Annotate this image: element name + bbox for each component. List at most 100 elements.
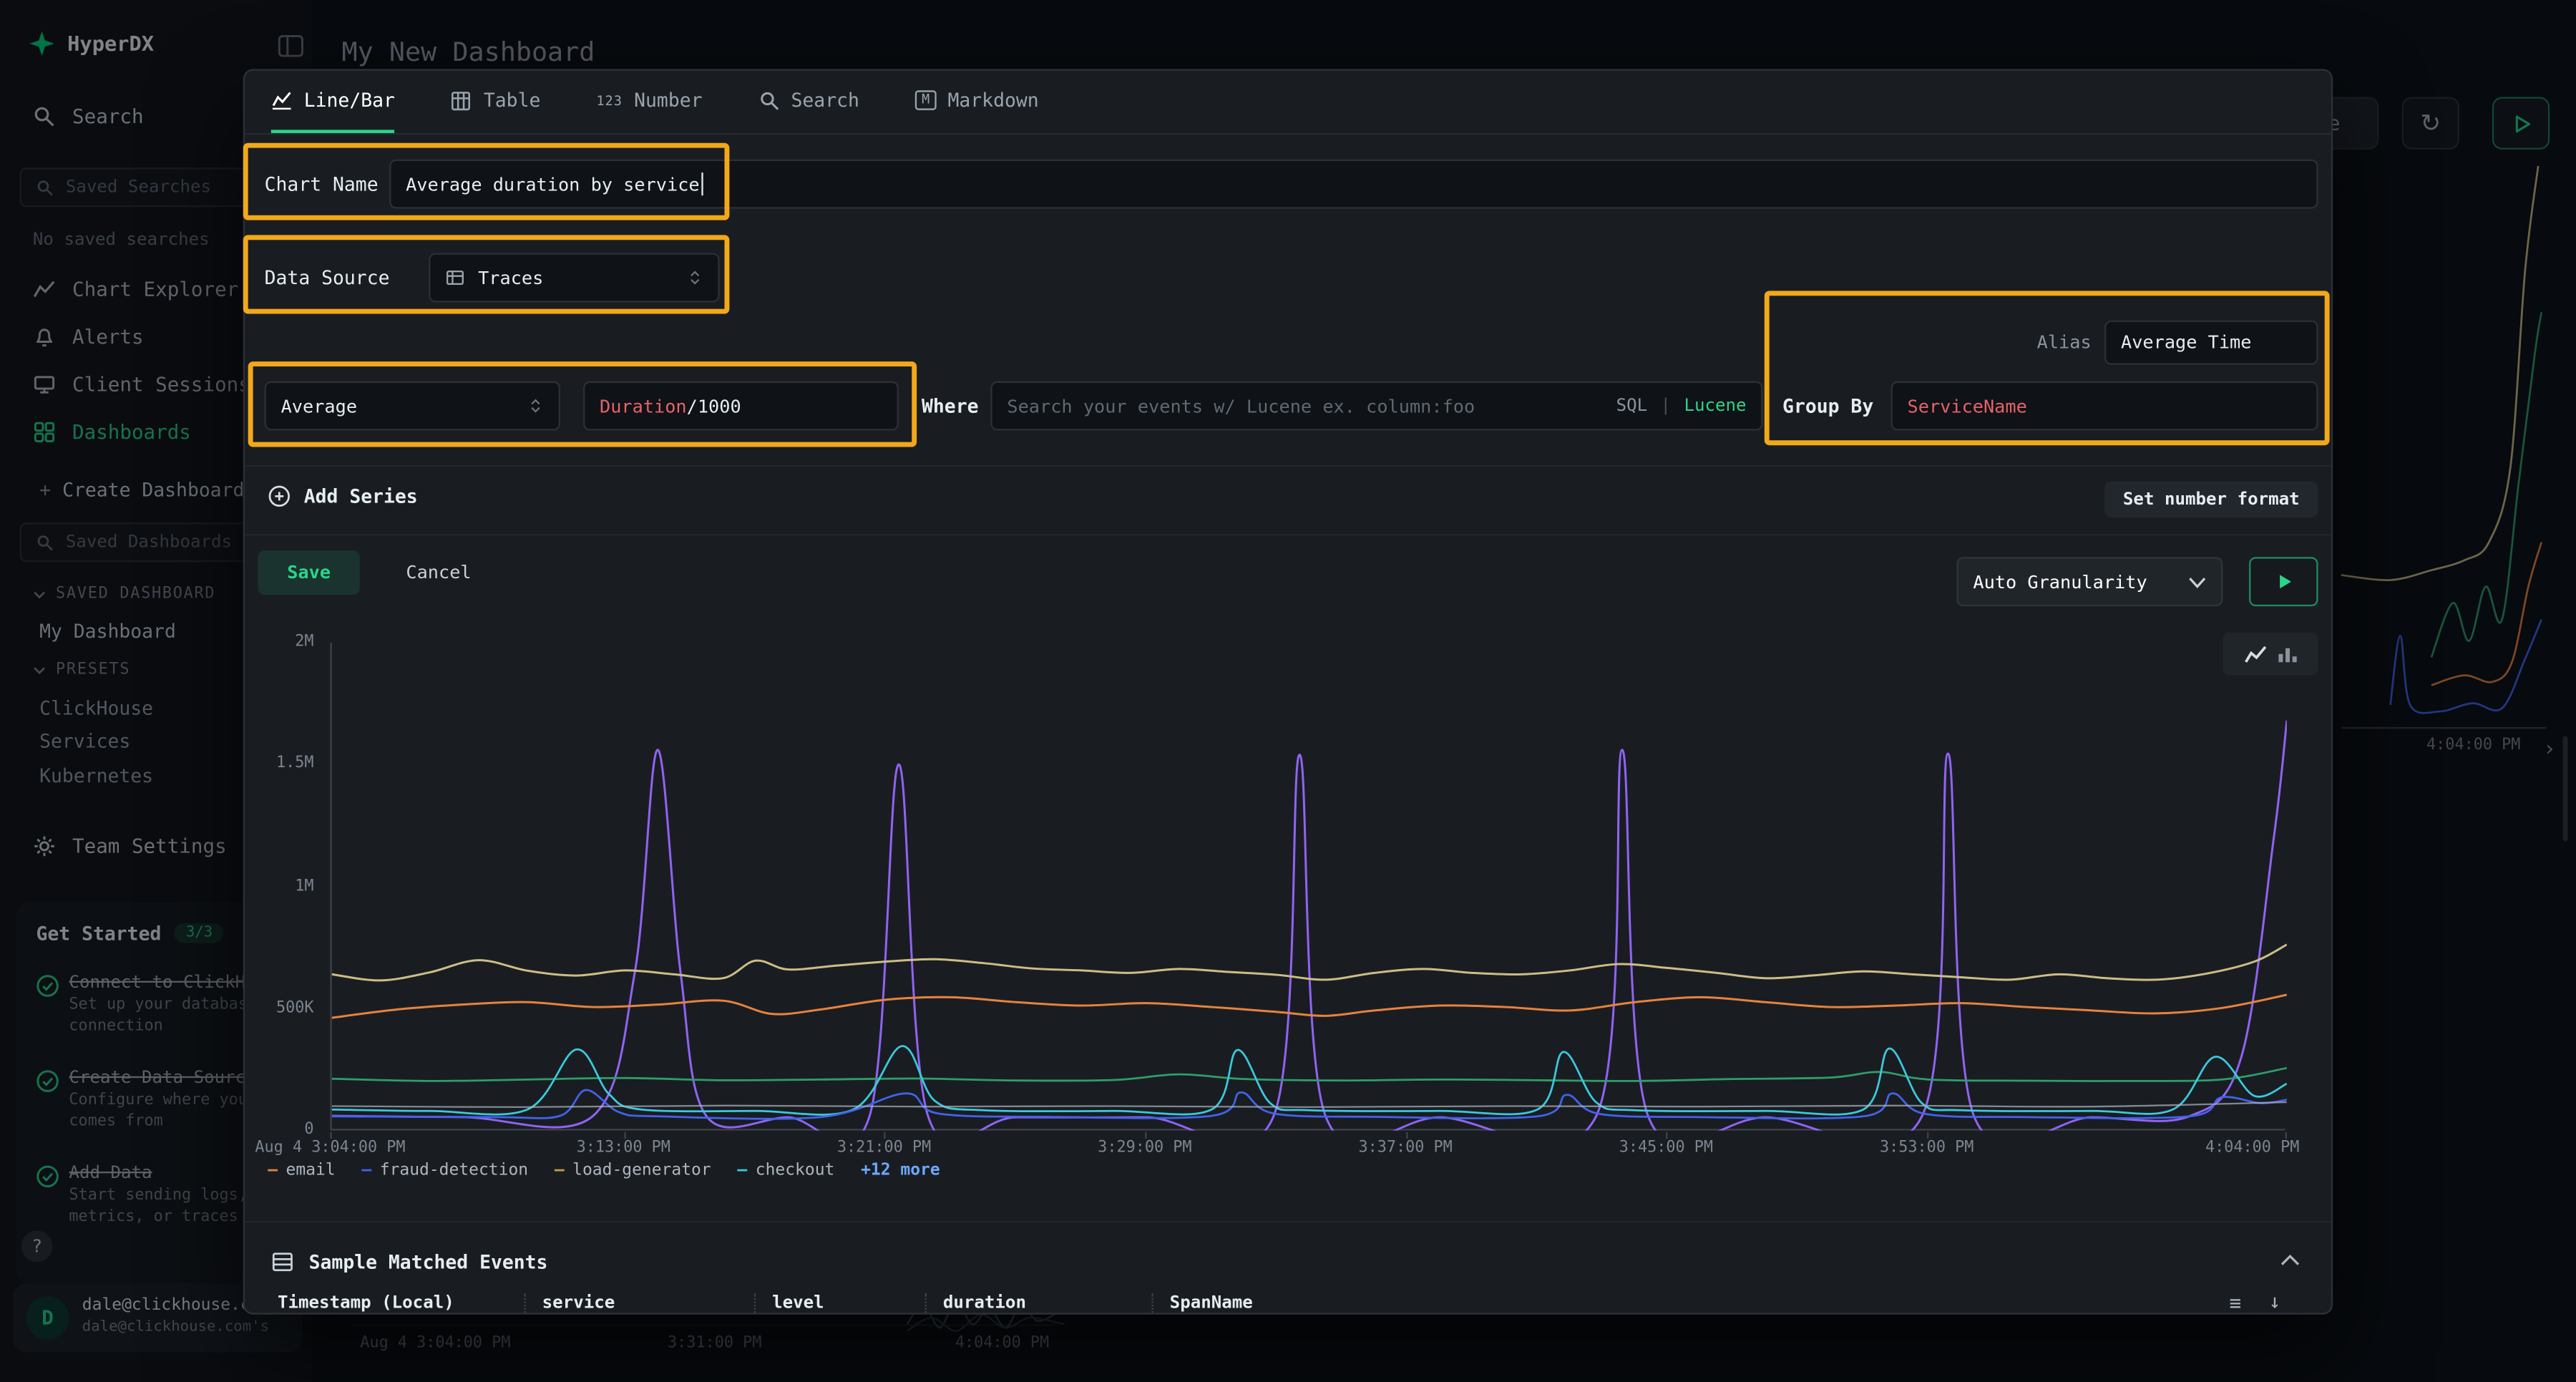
app-root: My New Dashboard Save ↻ Aug 4 3:04:00 PM… <box>0 0 2576 1382</box>
field-input[interactable]: Duration/1000 <box>583 381 899 431</box>
x-tick-label: 3:29:00 PM <box>1098 1139 1191 1157</box>
group-by-input[interactable]: ServiceName <box>1891 381 2318 431</box>
tab-bar: Line/Bar Table 123 Number <box>271 71 1039 133</box>
x-tick-mark <box>2285 1132 2287 1139</box>
y-tick-label: 500K <box>245 998 313 1016</box>
search-icon <box>758 89 780 111</box>
markdown-icon: M <box>915 90 936 110</box>
column-header-duration[interactable]: duration <box>925 1293 1152 1313</box>
group-by-value: ServiceName <box>1908 395 2027 417</box>
run-chart-button[interactable] <box>2249 557 2318 606</box>
y-tick-label: 0 <box>245 1121 313 1139</box>
y-tick-label: 1.5M <box>245 754 313 772</box>
legend-item[interactable]: — load-generator <box>555 1162 711 1179</box>
tab-label: Markdown <box>947 89 1038 112</box>
events-table-header: Timestamp (Local) service level duration… <box>278 1293 2216 1313</box>
group-by-label: Group By <box>1782 381 1873 431</box>
chevron-down-icon <box>2188 573 2206 590</box>
set-number-format-button[interactable]: Set number format <box>2104 482 2318 518</box>
download-icon[interactable]: ↓ <box>2269 1292 2281 1315</box>
legend-swatch: — <box>737 1162 747 1179</box>
alias-input[interactable]: Average Time <box>2104 321 2318 365</box>
legend-label: checkout <box>756 1162 835 1179</box>
data-source-value: Traces <box>478 267 673 288</box>
legend-label: load-generator <box>572 1162 711 1179</box>
alias-value: Average Time <box>2121 332 2251 354</box>
x-tick-mark <box>1927 1132 1928 1139</box>
granularity-select[interactable]: Auto Granularity <box>1956 557 2223 606</box>
data-source-select[interactable]: Traces <box>429 253 719 303</box>
traces-icon <box>445 268 465 288</box>
field-suffix: /1000 <box>687 395 741 417</box>
where-placeholder: Search your events w/ Lucene ex. column:… <box>1007 395 1603 417</box>
sql-toggle[interactable]: SQL <box>1616 396 1648 416</box>
column-header-timestamp[interactable]: Timestamp (Local) <box>278 1293 524 1313</box>
x-tick-mark <box>330 1132 331 1139</box>
sample-events-header[interactable]: Sample Matched Events <box>271 1240 548 1283</box>
legend-label: fraud-detection <box>380 1162 528 1179</box>
number-icon: 123 <box>596 93 623 108</box>
x-tick-mark <box>884 1132 886 1139</box>
x-tick-label: 3:45:00 PM <box>1619 1139 1713 1157</box>
x-tick-label: 3:37:00 PM <box>1358 1139 1452 1157</box>
select-chevrons-icon <box>687 266 703 289</box>
chart-legend: — email — fraud-detection — load-generat… <box>268 1162 940 1179</box>
timeseries-chart <box>332 643 2287 1131</box>
column-header-spanname[interactable]: SpanName <box>1151 1293 1480 1313</box>
divider <box>245 1221 2331 1222</box>
column-header-service[interactable]: service <box>524 1293 753 1313</box>
legend-item[interactable]: — checkout <box>737 1162 834 1179</box>
chart-plot-area[interactable] <box>330 643 2285 1131</box>
chevron-up-icon[interactable] <box>2278 1250 2301 1270</box>
set-number-format-label: Set number format <box>2123 490 2300 510</box>
column-header-level[interactable]: level <box>754 1293 925 1313</box>
tab-markdown[interactable]: M Markdown <box>915 71 1039 133</box>
x-tick-mark <box>1666 1132 1667 1139</box>
y-tick-label: 1M <box>245 877 313 895</box>
cancel-label: Cancel <box>406 562 471 583</box>
legend-item[interactable]: — email <box>268 1162 335 1179</box>
tab-label: Table <box>484 89 540 112</box>
legend-swatch: — <box>268 1162 278 1179</box>
table-icon <box>271 1250 294 1273</box>
select-chevrons-icon <box>527 394 544 417</box>
sample-events-title: Sample Matched Events <box>309 1250 548 1273</box>
cancel-button[interactable]: Cancel <box>386 550 492 595</box>
table-icon <box>451 89 472 111</box>
y-axis-labels: 2M 1.5M 1M 500K 0 <box>245 71 321 1313</box>
x-tick-mark <box>623 1132 625 1139</box>
text-caret <box>701 172 703 195</box>
legend-item[interactable]: — fraud-detection <box>361 1162 528 1179</box>
x-tick-mark <box>1145 1132 1146 1139</box>
add-series-label: Add Series <box>304 485 418 507</box>
play-icon <box>2275 572 2293 592</box>
tab-number[interactable]: 123 Number <box>596 71 702 133</box>
x-tick-mark <box>1405 1132 1407 1139</box>
field-value: Duration <box>600 395 687 417</box>
tab-table[interactable]: Table <box>451 71 540 133</box>
legend-swatch: — <box>555 1162 565 1179</box>
tab-label: Number <box>634 89 702 112</box>
tabs-divider <box>245 133 2331 135</box>
lucene-toggle[interactable]: Lucene <box>1684 396 1746 416</box>
chart-name-input[interactable]: Average duration by service <box>389 160 2318 209</box>
y-tick-label: 2M <box>245 633 313 651</box>
x-tick-label: 4:04:00 PM <box>2205 1139 2299 1157</box>
x-tick-label: 3:21:00 PM <box>837 1139 931 1157</box>
chart-editor-modal: Line/Bar Table 123 Number <box>243 69 2333 1314</box>
granularity-value: Auto Granularity <box>1973 571 2175 593</box>
legend-swatch: — <box>361 1162 371 1179</box>
where-input[interactable]: Search your events w/ Lucene ex. column:… <box>990 381 1762 431</box>
tab-search[interactable]: Search <box>758 71 859 133</box>
legend-label: email <box>286 1162 336 1179</box>
table-menu-icon[interactable]: ≡ <box>2230 1292 2242 1315</box>
x-tick-label: 3:53:00 PM <box>1880 1139 1974 1157</box>
tab-label: Search <box>791 89 859 112</box>
chart-name-value: Average duration by service <box>406 173 700 195</box>
alias-label: Alias <box>2019 321 2092 365</box>
legend-more-link[interactable]: +12 more <box>861 1162 940 1179</box>
x-tick-label: 3:13:00 PM <box>577 1139 670 1157</box>
where-label: Where <box>922 381 978 431</box>
toggle-divider: | <box>1661 396 1672 416</box>
divider <box>245 465 2331 467</box>
